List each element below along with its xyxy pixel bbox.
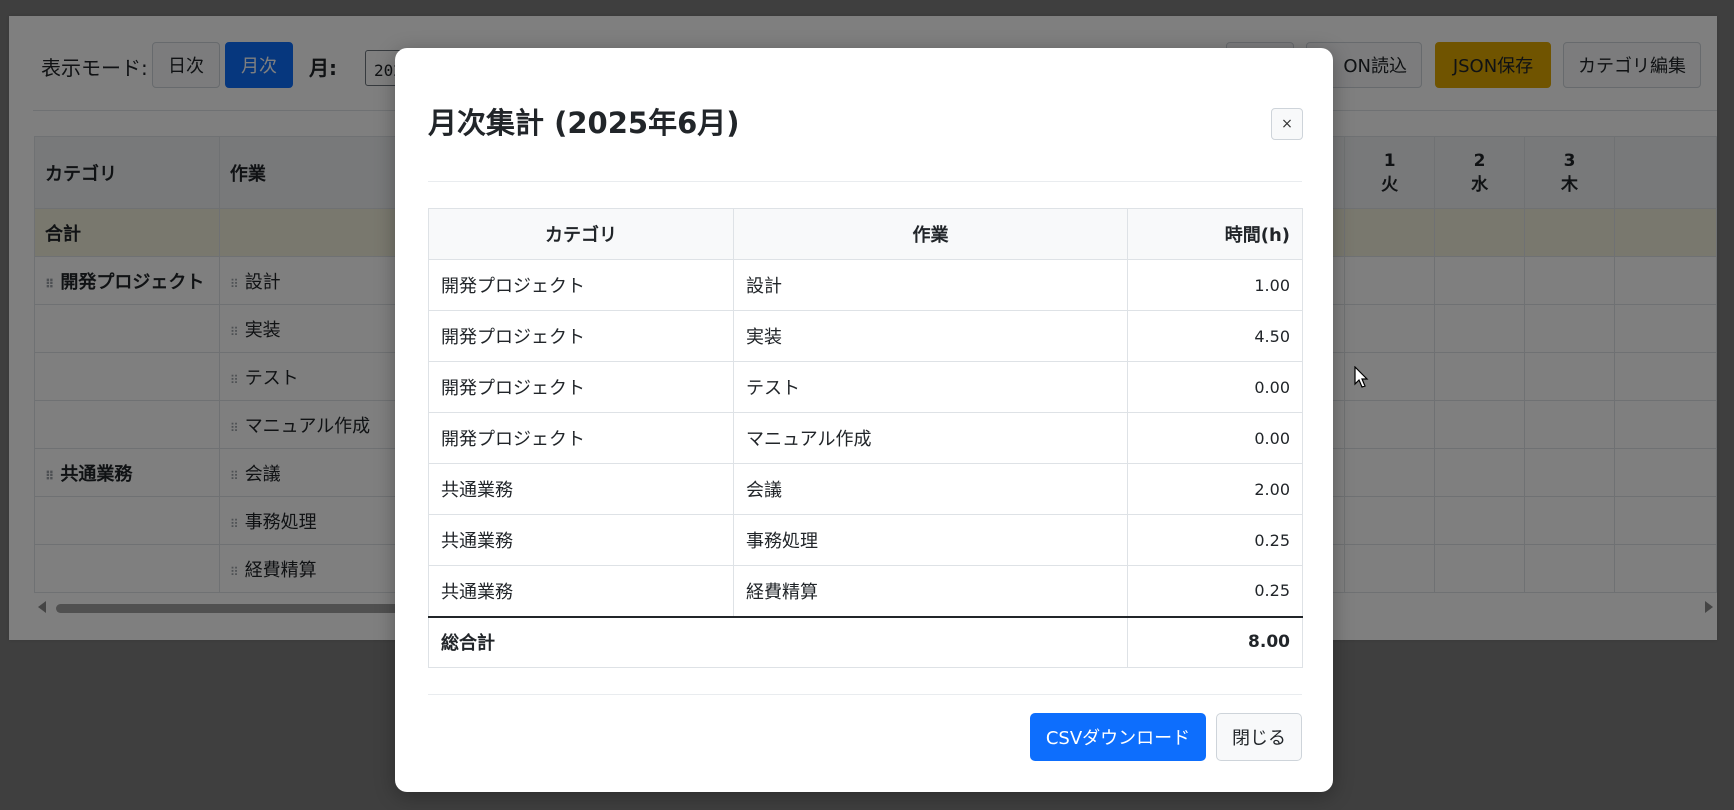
summary-header-row: カテゴリ 作業 時間(h) xyxy=(428,208,1303,260)
grand-total-label: 総合計 xyxy=(428,615,1128,668)
close-button[interactable]: 閉じる xyxy=(1216,713,1302,761)
table-row: 開発プロジェクト 設計 1.00 xyxy=(428,259,1303,311)
monthly-summary-modal: 月次集計 (2025年6月) × カテゴリ 作業 時間(h) 開発プロジェクト … xyxy=(395,48,1333,792)
table-row: 開発プロジェクト マニュアル作成 0.00 xyxy=(428,412,1303,464)
table-row: 開発プロジェクト テスト 0.00 xyxy=(428,361,1303,413)
grand-total-row: 総合計 8.00 xyxy=(428,615,1303,668)
modal-header-divider xyxy=(428,181,1302,182)
summary-header-task: 作業 xyxy=(733,208,1128,260)
table-row: 共通業務 会議 2.00 xyxy=(428,463,1303,515)
summary-header-category: カテゴリ xyxy=(428,208,734,260)
table-row: 開発プロジェクト 実装 4.50 xyxy=(428,310,1303,362)
modal-title: 月次集計 (2025年6月) xyxy=(428,106,740,140)
grand-total-value: 8.00 xyxy=(1127,615,1303,668)
mouse-cursor-icon xyxy=(1354,366,1369,388)
table-row: 共通業務 経費精算 0.25 xyxy=(428,565,1303,617)
summary-header-hours: 時間(h) xyxy=(1127,208,1303,260)
modal-footer-divider xyxy=(428,694,1302,695)
csv-download-button[interactable]: CSVダウンロード xyxy=(1030,713,1206,761)
summary-table: カテゴリ 作業 時間(h) 開発プロジェクト 設計 1.00 開発プロジェクト … xyxy=(428,208,1303,668)
table-row: 共通業務 事務処理 0.25 xyxy=(428,514,1303,566)
close-icon[interactable]: × xyxy=(1271,108,1303,140)
